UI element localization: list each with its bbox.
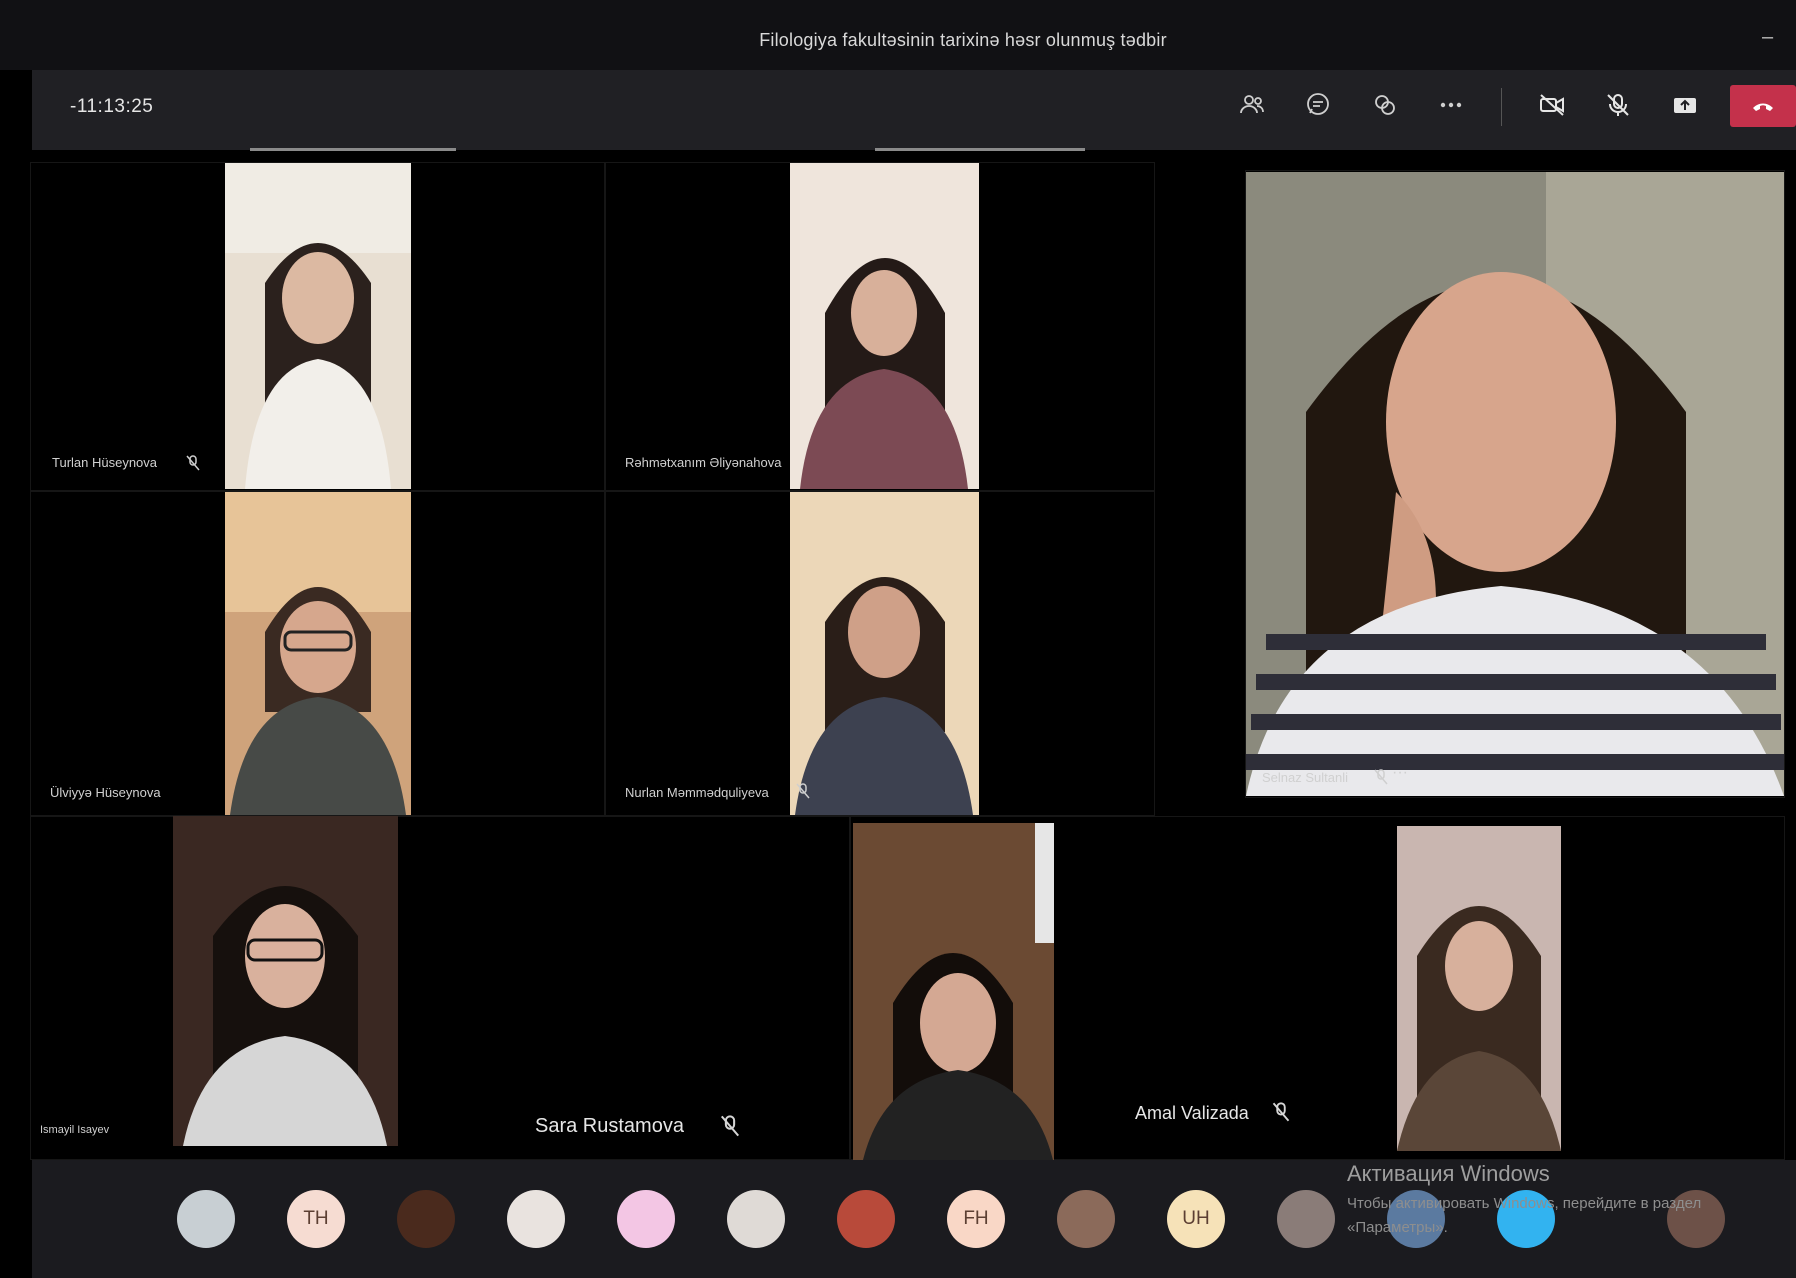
mic-off-icon (796, 783, 810, 799)
participant-video (1246, 172, 1784, 796)
participant-name: Nurlan Məmmədquliyeva (625, 785, 769, 800)
mic-off-icon (720, 1115, 740, 1137)
participant-video (173, 816, 398, 1146)
participant-avatar[interactable] (507, 1190, 565, 1248)
mic-off-icon (1272, 1102, 1290, 1122)
participant-avatar[interactable] (1057, 1190, 1115, 1248)
participant-video (853, 823, 1054, 1160)
hangup-button[interactable] (1730, 85, 1796, 127)
avatar-initials: TH (303, 1208, 329, 1229)
participant-avatar[interactable]: TH (287, 1190, 345, 1248)
camera-off-icon (1540, 94, 1564, 116)
mic-off-icon (186, 455, 200, 471)
control-separator (1501, 88, 1502, 126)
participant-name: Selnaz Sultanli (1262, 770, 1348, 785)
mic-toggle-button[interactable] (1598, 85, 1638, 125)
participant-video (1397, 826, 1561, 1151)
participants-button[interactable] (1232, 85, 1272, 125)
participant-avatar[interactable] (837, 1190, 895, 1248)
windows-activation-subtitle: Чтобы активировать Windows, перейдите в … (1347, 1195, 1702, 1236)
view-tab-indicator (875, 148, 1085, 151)
share-screen-button[interactable] (1665, 85, 1705, 125)
participant-avatar[interactable] (177, 1190, 235, 1248)
hangup-icon (1753, 103, 1773, 111)
chat-icon (1307, 93, 1329, 115)
participant-name: Amal Valizada (1135, 1103, 1249, 1123)
share-icon (1674, 98, 1696, 113)
tile-more-icon[interactable]: ··· (1392, 764, 1408, 782)
participant-video (790, 492, 979, 815)
view-tab-indicator (250, 148, 456, 151)
avatar-initials: UH (1182, 1208, 1210, 1229)
meeting-timer: -11:13:25 (70, 96, 154, 117)
more-icon (1440, 102, 1462, 108)
participant-tile[interactable] (30, 816, 850, 1160)
participant-avatar[interactable] (1277, 1190, 1335, 1248)
participant-name: Turlan Hüseynova (52, 455, 158, 470)
camera-toggle-button[interactable] (1532, 85, 1572, 125)
chat-button[interactable] (1298, 85, 1338, 125)
participant-video (225, 492, 411, 815)
mic-off-icon (1607, 94, 1629, 116)
participant-video (225, 163, 411, 489)
more-actions-button[interactable] (1431, 85, 1471, 125)
windows-activation-title: Активация Windows (1347, 1161, 1550, 1186)
mic-off-icon (1374, 769, 1388, 785)
avatar-initials: FH (963, 1208, 989, 1229)
reactions-button[interactable] (1365, 85, 1405, 125)
participant-name: Sara Rustamova (535, 1115, 684, 1137)
participant-avatar[interactable] (617, 1190, 675, 1248)
participant-avatar[interactable] (397, 1190, 455, 1248)
participant-name: Rəhmətxanım Əliyənahova (625, 455, 782, 470)
participants-icon (1240, 95, 1264, 114)
participant-avatar[interactable]: FH (947, 1190, 1005, 1248)
participant-avatar[interactable] (727, 1190, 785, 1248)
minimize-button[interactable]: – (1762, 26, 1773, 49)
reactions-icon (1375, 95, 1395, 115)
participant-video (790, 163, 979, 489)
participant-name: Ismayil Isayev (40, 1124, 110, 1136)
meeting-title: Filologiya fakultəsinin tarixinə həsr ol… (759, 30, 1167, 50)
participant-name: Ülviyyə Hüseynova (50, 785, 161, 800)
participant-avatar[interactable]: UH (1167, 1190, 1225, 1248)
